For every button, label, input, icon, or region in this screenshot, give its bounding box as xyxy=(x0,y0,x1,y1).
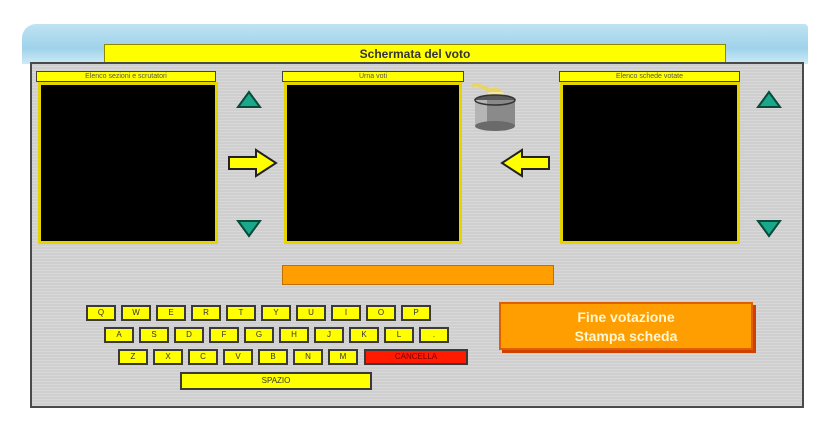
space-button[interactable]: SPAZIO xyxy=(180,372,372,390)
right-scroll-down-icon[interactable] xyxy=(756,218,782,238)
key-f[interactable]: F xyxy=(209,327,239,343)
arrow-left-icon[interactable] xyxy=(500,148,552,178)
key-u[interactable]: U xyxy=(296,305,326,321)
right-panel-label: Elenco schede votate xyxy=(559,71,740,82)
key-y[interactable]: Y xyxy=(261,305,291,321)
center-ballot-panel[interactable] xyxy=(284,82,462,244)
key-t[interactable]: T xyxy=(226,305,256,321)
key-g[interactable]: G xyxy=(244,327,274,343)
key-w[interactable]: W xyxy=(121,305,151,321)
key-n[interactable]: N xyxy=(293,349,323,365)
arrow-right-icon[interactable] xyxy=(226,148,278,178)
center-panel-label: Urna voti xyxy=(282,71,464,82)
finish-line1: Fine votazione xyxy=(577,309,675,325)
key-k[interactable]: K xyxy=(349,327,379,343)
key-e[interactable]: E xyxy=(156,305,186,321)
key-m[interactable]: M xyxy=(328,349,358,365)
key-p[interactable]: P xyxy=(401,305,431,321)
key-a[interactable]: A xyxy=(104,327,134,343)
key-i[interactable]: I xyxy=(331,305,361,321)
key-r[interactable]: R xyxy=(191,305,221,321)
page-title: Schermata del voto xyxy=(104,44,726,64)
key-x[interactable]: X xyxy=(153,349,183,365)
ballot-pot-icon xyxy=(471,83,516,131)
right-list-panel[interactable] xyxy=(560,82,740,244)
key-l[interactable]: L xyxy=(384,327,414,343)
key-v[interactable]: V xyxy=(223,349,253,365)
key-q[interactable]: Q xyxy=(86,305,116,321)
key-period[interactable]: . xyxy=(419,327,449,343)
key-z[interactable]: Z xyxy=(118,349,148,365)
right-scroll-up-icon[interactable] xyxy=(756,90,782,110)
finish-vote-button[interactable]: Fine votazione Stampa scheda xyxy=(499,302,753,350)
left-scroll-down-icon[interactable] xyxy=(236,218,262,238)
cancel-button[interactable]: CANCELLA xyxy=(364,349,468,365)
key-j[interactable]: J xyxy=(314,327,344,343)
left-scroll-up-icon[interactable] xyxy=(236,90,262,110)
key-d[interactable]: D xyxy=(174,327,204,343)
key-o[interactable]: O xyxy=(366,305,396,321)
left-panel-label: Elenco sezioni e scrutatori xyxy=(36,71,216,82)
finish-line2: Stampa scheda xyxy=(574,328,678,344)
key-c[interactable]: C xyxy=(188,349,218,365)
left-list-panel[interactable] xyxy=(38,82,218,244)
key-h[interactable]: H xyxy=(279,327,309,343)
key-s[interactable]: S xyxy=(139,327,169,343)
name-input-bar[interactable] xyxy=(282,265,554,285)
key-b[interactable]: B xyxy=(258,349,288,365)
